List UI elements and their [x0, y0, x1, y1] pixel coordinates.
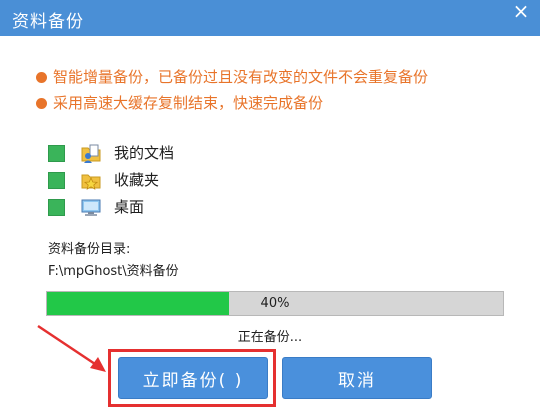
progress-bar: 40%: [46, 291, 504, 316]
backup-directory-path: F:\mpGhost\资料备份: [48, 264, 179, 279]
start-backup-button[interactable]: 立即备份( ): [118, 357, 268, 399]
tip-text: 采用高速大缓存复制结束，快速完成备份: [53, 94, 324, 112]
title-bar[interactable]: 资料备份 ×: [0, 0, 540, 36]
cancel-button[interactable]: 取消: [282, 357, 432, 399]
item-checkbox[interactable]: [48, 172, 65, 189]
progress-percent-text: 40%: [260, 296, 290, 311]
status-text: 正在备份...: [237, 330, 303, 345]
close-icon[interactable]: ×: [508, 0, 534, 24]
backup-directory-label: 资料备份目录:: [48, 242, 131, 257]
bullet-dot-icon: [36, 72, 47, 83]
documents-folder-icon: [81, 144, 101, 163]
item-checkbox[interactable]: [48, 145, 65, 162]
item-label: 我的文档: [114, 144, 175, 162]
item-label: 收藏夹: [114, 171, 160, 189]
tips-list: 智能增量备份，已备份过且没有改变的文件不会重复备份 采用高速大缓存复制结束，快速…: [36, 64, 428, 116]
backup-dialog: 资料备份 × 智能增量备份，已备份过且没有改变的文件不会重复备份 采用高速大缓存…: [0, 0, 540, 416]
backup-item-list: 我的文档 收藏夹 桌面: [48, 140, 288, 221]
backup-item-desktop[interactable]: 桌面: [48, 194, 288, 221]
tip-text: 智能增量备份，已备份过且没有改变的文件不会重复备份: [53, 68, 429, 86]
item-label: 桌面: [114, 198, 145, 216]
window-title: 资料备份: [12, 12, 84, 32]
tip-item: 智能增量备份，已备份过且没有改变的文件不会重复备份: [36, 64, 428, 90]
backup-item-documents[interactable]: 我的文档: [48, 140, 288, 167]
backup-item-favorites[interactable]: 收藏夹: [48, 167, 288, 194]
tip-item: 采用高速大缓存复制结束，快速完成备份: [36, 90, 428, 116]
item-checkbox[interactable]: [48, 199, 65, 216]
favorites-folder-icon: [81, 174, 101, 190]
bullet-dot-icon: [36, 98, 47, 109]
desktop-icon: [81, 199, 101, 216]
